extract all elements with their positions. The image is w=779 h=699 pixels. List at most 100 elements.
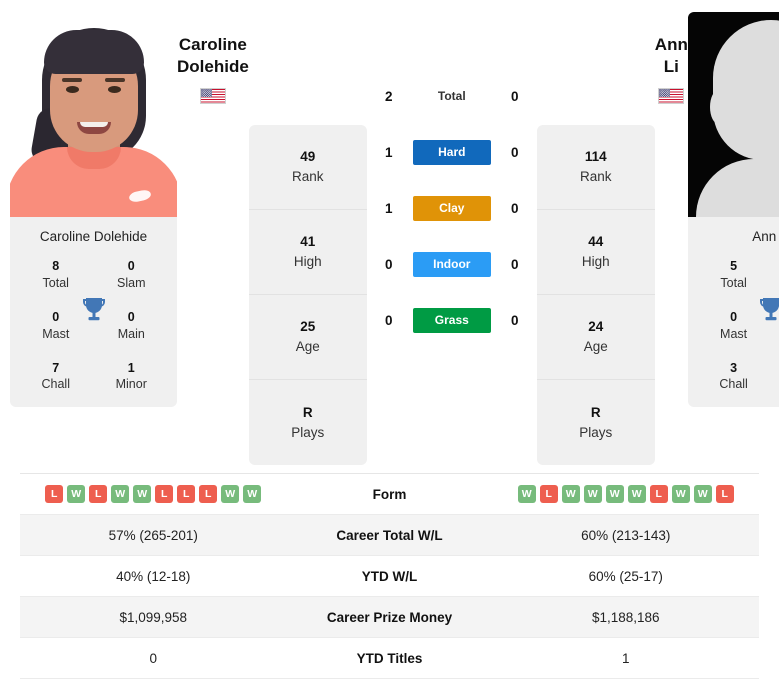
title-stat-label: Mast [42,326,70,341]
form-badge-l: L [539,485,558,503]
left-value: $1,099,958 [119,609,188,625]
title-stat-label: Minor [115,377,147,392]
title-stat-label: Slam [771,275,779,292]
form-badge-w: W [243,485,262,503]
title-stat-label: Slam [117,275,146,290]
left-value: 57% (265-201) [108,527,198,543]
h2h-right-score: 0 [511,88,519,104]
title-stat-label: Main [117,326,145,341]
head-to-head-column: 2 Total 0 1 Hard 0 1 Clay 0 0 Indoor 0 0 [367,12,537,348]
surface-pill-hard[interactable]: Hard [412,139,491,165]
right-player-card-name: Ann Li [752,229,779,244]
left-player-titles-grid: 8 Total 0 Slam 0 Mast 0 Main 7 Chall 1 M… [18,258,169,393]
title-stat-label: Main [771,326,779,343]
title-stat-value: 3 [730,360,738,375]
h2h-left-score: 2 [385,88,393,104]
table-row: 57% (265-201) Career Total W/L 60% (213-… [20,515,759,556]
left-player-card-name: Caroline Dolehide [39,229,148,244]
left-player-stat-stack: 49 Rank 41 High 25 Age R Plays [248,125,367,465]
title-stat: 0 Slam [94,258,170,292]
table-row-form: LWLWWLLLWW Form WLWWWWLWWL [20,474,759,515]
title-stat: 8 Total [18,258,94,292]
right-player-photo[interactable] [687,12,779,217]
player-silhouette-placeholder [688,12,779,217]
stat-value: R [302,404,313,420]
right-player-titles-card: Ann Li 5 Total 0 Slam 0 [687,217,779,408]
stat-value: 25 [300,319,316,335]
table-row: $1,099,958 Career Prize Money $1,188,186 [20,597,759,638]
title-stat-label: Minor [771,376,779,393]
h2h-left-score: 1 [385,144,393,160]
stat-label: Rank [292,169,324,184]
comparison-stats-table: LWLWWLLLWW Form WLWWWWLWWL 57% (265-201)… [20,473,759,679]
table-row: 40% (12-18) YTD W/L 60% (25-17) [20,556,759,597]
h2h-right-score: 0 [511,312,519,328]
stat-value: 114 [584,149,607,165]
left-value: 0 [149,650,157,666]
title-stat-value: 0 [127,259,135,273]
left-player-last-name: Dolehide [177,56,249,76]
row-label: YTD Titles [356,650,423,666]
form-badge-w: W [627,485,646,503]
h2h-label-wrap: Hard [406,139,498,165]
stat-cell-plays: R Plays [249,380,367,465]
h2h-right-score: 0 [511,144,519,160]
title-stat-label: Total [720,275,747,290]
title-stat-label: Total [42,275,69,290]
stat-cell-rank: 49 Rank [248,125,367,210]
h2h-left-score: 0 [385,256,393,272]
form-badge-w: W [517,485,536,503]
title-stat: 5 Total [696,258,772,292]
title-stat-value: 7 [52,360,60,375]
us-flag-icon [658,87,685,104]
form-badge-l: L [155,485,174,503]
stat-cell-high: 44 High [536,210,655,295]
form-badge-l: L [45,485,64,503]
stat-label: Rank [580,169,612,184]
right-value: 1 [621,650,630,666]
stat-value: 44 [588,234,604,250]
stat-label: Plays [291,424,325,440]
player-comparison-header: Caroline Dolehide 8 Total 0 Slam 0 Mast … [0,0,779,466]
stat-value: 24 [588,319,604,335]
stat-label: Age [583,339,608,354]
form-badge-l: L [199,485,218,503]
us-flag-icon [199,87,226,104]
h2h-left-score: 0 [385,312,393,328]
h2h-label-wrap: Indoor [406,251,498,277]
left-player-photo[interactable] [10,12,177,217]
row-label: YTD W/L [361,568,418,584]
form-badge-w: W [605,485,624,503]
title-stat-label: Mast [720,326,748,341]
title-stat: 1 Minor [771,360,779,394]
title-stat-value: 1 [127,360,135,375]
right-player-header: Ann Li [655,12,688,104]
left-player-header: Caroline Dolehide [177,12,249,104]
surface-pill-indoor[interactable]: Indoor [412,251,491,277]
form-badge-w: W [221,485,240,503]
stat-cell-age: 24 Age [536,295,655,380]
surface-pill-clay[interactable]: Clay [412,195,491,221]
h2h-row-total: 2 Total 0 [367,68,537,124]
stat-value: R [590,404,601,420]
surface-pill-grass[interactable]: Grass [412,307,491,333]
right-value: 60% (213-143) [581,527,671,543]
form-badge-l: L [649,485,668,503]
form-badge-w: W [693,485,712,503]
left-value: 40% (12-18) [116,568,191,584]
title-stat-value: 1 [771,360,779,377]
title-stat-label: Chall [41,377,71,392]
row-label: Career Total W/L [336,527,443,543]
form-badge-w: W [583,485,602,503]
left-player-titles-card: Caroline Dolehide 8 Total 0 Slam 0 Mast … [10,217,177,408]
title-stat-value: 5 [730,259,738,273]
stat-cell-high: 41 High [248,210,367,295]
title-stat: 3 Chall [696,360,772,394]
title-stat-value: 0 [771,258,779,275]
right-player-first-name: Ann Li [654,35,688,76]
h2h-row-grass: 0 Grass 0 [367,292,537,348]
stat-value: 49 [300,149,316,165]
stat-value: 41 [300,234,316,250]
right-player-form-badges: WLWWWWLWWL [493,485,760,503]
h2h-row-indoor: 0 Indoor 0 [367,236,537,292]
